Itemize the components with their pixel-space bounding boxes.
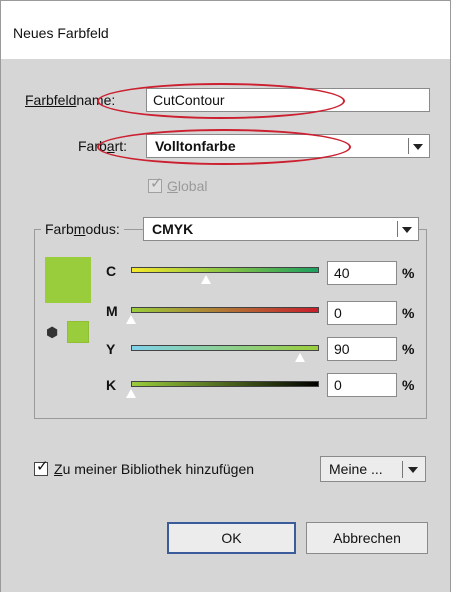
color-type-value: Volltonfarbe (155, 138, 236, 154)
slider-label-k: K (106, 377, 117, 393)
checkmark-icon: ✓ (150, 175, 163, 192)
global-checkbox[interactable]: ✓ (148, 175, 163, 193)
unit-c: % (402, 265, 415, 281)
slider-track-y[interactable] (131, 345, 319, 351)
value-input-m[interactable]: 0 (327, 301, 397, 325)
slider-thumb-c[interactable] (200, 274, 213, 285)
chevron-down-icon (402, 227, 412, 233)
chevron-down-icon (408, 467, 418, 473)
add-to-library-checkbox[interactable]: ✓ (34, 458, 49, 476)
cancel-button[interactable]: Abbrechen (306, 522, 428, 554)
value-input-k[interactable]: 0 (327, 373, 397, 397)
color-mode-value: CMYK (152, 221, 194, 237)
checkmark-icon: ✓ (36, 458, 49, 475)
library-select[interactable]: Meine ... (320, 456, 426, 482)
slider-label-y: Y (106, 341, 116, 357)
slider-track-k[interactable] (131, 381, 319, 387)
color-mode-label: Farbmodus: (41, 221, 124, 237)
slider-track-m[interactable] (131, 307, 319, 313)
unit-m: % (402, 305, 415, 321)
slider-thumb-k[interactable] (125, 388, 137, 399)
global-label: Global (167, 178, 208, 194)
slider-label-m: M (106, 303, 118, 319)
ok-button[interactable]: OK (167, 522, 296, 554)
slider-thumb-y[interactable] (294, 352, 307, 363)
title-bar[interactable]: Neues Farbfeld (1, 1, 450, 59)
value-input-c[interactable]: 40 (327, 261, 397, 285)
color-type-label: Farbart: (78, 138, 128, 154)
gamut-color-swatch[interactable] (67, 321, 89, 343)
select-separator (408, 138, 409, 154)
slider-track-c[interactable] (131, 267, 319, 273)
unit-k: % (402, 377, 415, 393)
color-type-select[interactable]: Volltonfarbe (146, 134, 430, 158)
select-separator (402, 461, 403, 478)
new-swatch-dialog: Neues Farbfeld Farbfeldname: CutContour … (0, 0, 451, 592)
color-preview-swatch (45, 257, 91, 303)
value-input-y[interactable]: 90 (327, 337, 397, 361)
chevron-down-icon (413, 144, 423, 150)
unit-y: % (402, 341, 415, 357)
slider-thumb-m[interactable] (125, 314, 137, 325)
swatch-name-input[interactable]: CutContour (146, 88, 430, 112)
out-of-gamut-cube-icon[interactable]: ⬢ (46, 324, 58, 341)
dialog-title: Neues Farbfeld (13, 25, 109, 41)
slider-label-c: C (106, 263, 117, 279)
swatch-name-label: Farbfeldname: (25, 92, 116, 108)
color-mode-select[interactable]: CMYK (143, 217, 419, 241)
add-to-library-label: Zu meiner Bibliothek hinzufügen (54, 461, 255, 477)
select-separator (397, 221, 398, 237)
library-select-value: Meine ... (329, 461, 383, 477)
